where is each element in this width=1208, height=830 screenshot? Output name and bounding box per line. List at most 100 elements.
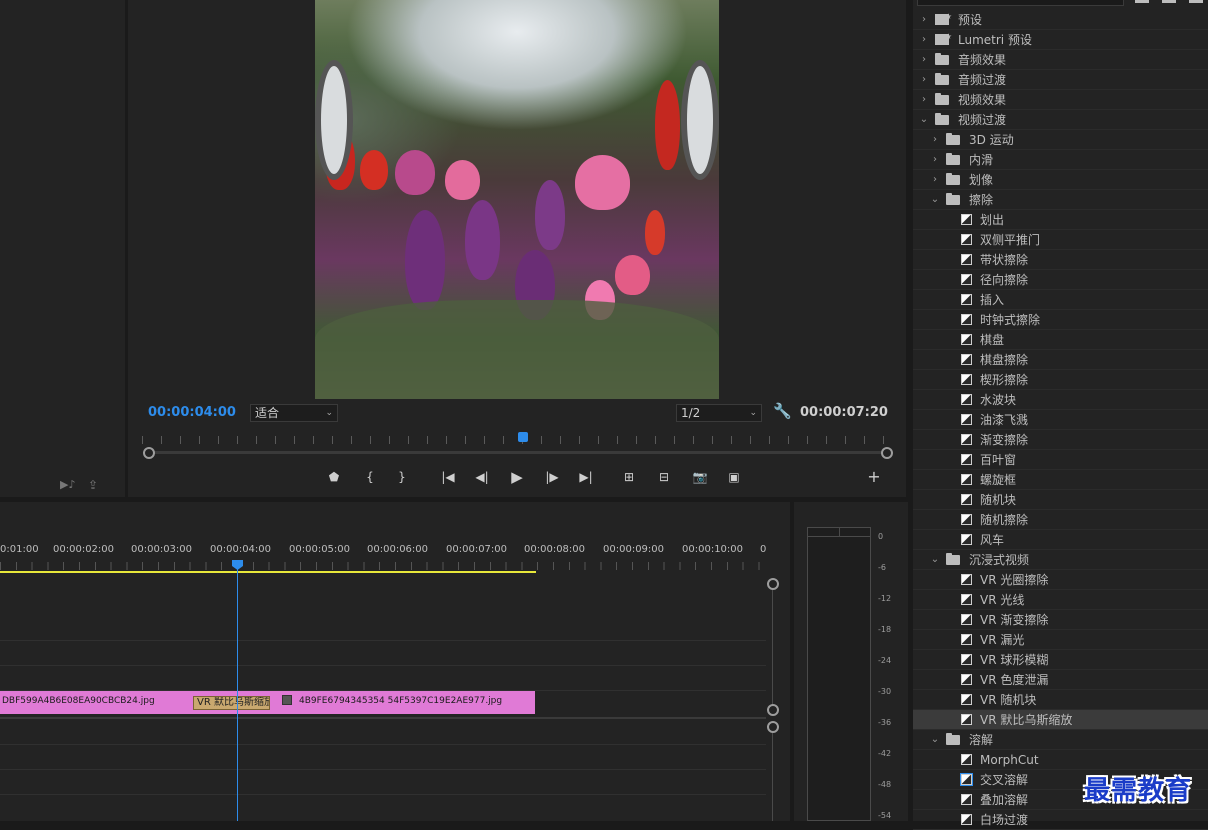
- vscroll-handle-bottom[interactable]: [767, 704, 779, 716]
- zoom-handle-left[interactable]: [143, 447, 155, 459]
- effects-tree-item[interactable]: ⌄ 视频过渡: [913, 110, 1208, 130]
- effects-tree-item[interactable]: VR 色度泄漏: [913, 670, 1208, 690]
- insert-audio-icon[interactable]: ▶♪: [60, 478, 75, 491]
- effects-tree-item[interactable]: › Lumetri 预设: [913, 27, 1208, 50]
- chevron-down-icon[interactable]: ⌄: [930, 730, 940, 750]
- effects-tree-item[interactable]: VR 漏光: [913, 630, 1208, 650]
- effects-tree-item[interactable]: 油漆飞溅: [913, 410, 1208, 430]
- vscroll-handle-top[interactable]: [767, 578, 779, 590]
- effects-tree-item[interactable]: 渐变擦除: [913, 430, 1208, 450]
- effects-tree-label: VR 随机块: [980, 693, 1037, 707]
- 32bit-filter-icon[interactable]: [1162, 0, 1176, 3]
- transition-block[interactable]: VR 默比乌斯缩放: [193, 696, 270, 710]
- effects-tree-item[interactable]: 风车: [913, 530, 1208, 550]
- camera-icon[interactable]: 📷: [690, 468, 710, 486]
- chevron-right-icon[interactable]: ›: [919, 70, 929, 90]
- chevron-right-icon[interactable]: ›: [919, 30, 929, 50]
- effects-tree-item[interactable]: 带状擦除: [913, 250, 1208, 270]
- effects-tree-item[interactable]: 白场过渡: [913, 810, 1208, 830]
- effects-tree-label: 百叶窗: [980, 453, 1017, 467]
- go-to-out-icon[interactable]: ▶|: [576, 468, 596, 486]
- add-button-icon[interactable]: +: [864, 468, 884, 486]
- effects-tree-item[interactable]: › 视频效果: [913, 90, 1208, 110]
- wrench-icon[interactable]: 🔧: [773, 402, 792, 420]
- clip-b[interactable]: 4B9FE6794345354 54F5397C19E2AE977.jpg: [232, 691, 535, 714]
- resolution-dropdown[interactable]: 1/2 ⌄: [676, 404, 762, 422]
- effects-tree-item[interactable]: VR 球形模糊: [913, 650, 1208, 670]
- effects-tree-item[interactable]: 水波块: [913, 390, 1208, 410]
- effects-tree-item[interactable]: VR 默比乌斯缩放: [913, 710, 1208, 730]
- transition-name: VR 默比乌斯缩放: [197, 697, 270, 708]
- extract-icon[interactable]: ⊟: [654, 468, 674, 486]
- effects-tree-item[interactable]: › 预设: [913, 7, 1208, 30]
- marker-icon[interactable]: ⬟: [324, 468, 344, 486]
- current-timecode[interactable]: 00:00:04:00: [148, 405, 236, 420]
- effects-tree-item[interactable]: 百叶窗: [913, 450, 1208, 470]
- effects-tree-item[interactable]: 螺旋框: [913, 470, 1208, 490]
- video-preview[interactable]: [315, 0, 719, 399]
- program-playhead[interactable]: [518, 432, 528, 442]
- meter-db-label: -6: [878, 563, 886, 572]
- effects-tree-item[interactable]: 插入: [913, 290, 1208, 310]
- chevron-down-icon[interactable]: ⌄: [919, 110, 929, 130]
- effects-tree-item[interactable]: ⌄ 沉浸式视频: [913, 550, 1208, 570]
- effects-tree-item[interactable]: 划出: [913, 210, 1208, 230]
- step-forward-icon[interactable]: |▶: [542, 468, 562, 486]
- effects-tree-item[interactable]: 棋盘擦除: [913, 350, 1208, 370]
- effects-tree-item[interactable]: › 音频效果: [913, 50, 1208, 70]
- lift-icon[interactable]: ⊞: [619, 468, 639, 486]
- chevron-right-icon[interactable]: ›: [919, 50, 929, 70]
- accelerated-filter-icon[interactable]: [1135, 0, 1149, 3]
- go-to-in-icon[interactable]: |◀: [438, 468, 458, 486]
- program-scrub-bar[interactable]: [148, 451, 886, 454]
- fit-dropdown[interactable]: 适合 ⌄: [250, 404, 338, 422]
- timeline-vscroll-track[interactable]: [772, 580, 773, 710]
- effects-tree-item[interactable]: ⌄ 擦除: [913, 190, 1208, 210]
- effects-tree-item[interactable]: 径向擦除: [913, 270, 1208, 290]
- effects-tree-item[interactable]: 楔形擦除: [913, 370, 1208, 390]
- timeline-vscroll-track[interactable]: [772, 724, 773, 821]
- effects-tree-item[interactable]: › 3D 运动: [913, 130, 1208, 150]
- play-icon[interactable]: ▶: [507, 468, 527, 486]
- chevron-down-icon[interactable]: ⌄: [930, 190, 940, 210]
- effects-tree-item[interactable]: VR 渐变擦除: [913, 610, 1208, 630]
- transition-effect-icon: [961, 334, 972, 345]
- yuv-filter-icon[interactable]: [1189, 0, 1203, 3]
- compare-view-icon[interactable]: ▣: [724, 468, 744, 486]
- chevron-right-icon[interactable]: ›: [919, 10, 929, 30]
- meter-db-label: -42: [878, 749, 892, 758]
- chevron-right-icon[interactable]: ›: [930, 170, 940, 190]
- effects-tree-item[interactable]: VR 随机块: [913, 690, 1208, 710]
- effects-tree-item[interactable]: › 内滑: [913, 150, 1208, 170]
- chevron-down-icon[interactable]: ⌄: [930, 550, 940, 570]
- effects-tree-item[interactable]: VR 光圈擦除: [913, 570, 1208, 590]
- zoom-handle-right[interactable]: [881, 447, 893, 459]
- effects-tree-item[interactable]: MorphCut: [913, 750, 1208, 770]
- chevron-right-icon[interactable]: ›: [919, 90, 929, 110]
- effects-tree-item[interactable]: 双侧平推门: [913, 230, 1208, 250]
- effects-tree-item[interactable]: › 音频过渡: [913, 70, 1208, 90]
- folder-icon: [946, 153, 960, 165]
- chevron-right-icon[interactable]: ›: [930, 130, 940, 150]
- chevron-right-icon[interactable]: ›: [930, 150, 940, 170]
- export-frame-icon[interactable]: ⇪: [88, 478, 98, 492]
- vscroll-handle-top[interactable]: [767, 721, 779, 733]
- effects-tree-item[interactable]: ⌄ 溶解: [913, 730, 1208, 750]
- effects-tree-label: VR 光圈擦除: [980, 573, 1049, 587]
- effects-tree-item[interactable]: 棋盘: [913, 330, 1208, 350]
- effects-search-input[interactable]: [917, 0, 1124, 6]
- effects-tree-item[interactable]: 随机擦除: [913, 510, 1208, 530]
- effects-tree-item[interactable]: › 划像: [913, 170, 1208, 190]
- work-area-bar[interactable]: [0, 571, 536, 573]
- mark-out-icon[interactable]: }: [392, 468, 412, 486]
- video-audio-divider[interactable]: [0, 717, 766, 719]
- step-back-icon[interactable]: ◀|: [472, 468, 492, 486]
- mark-in-icon[interactable]: {: [360, 468, 380, 486]
- effects-tree-item[interactable]: 随机块: [913, 490, 1208, 510]
- transition-effect-icon: [961, 314, 972, 325]
- effects-tree-item[interactable]: VR 光线: [913, 590, 1208, 610]
- program-time-ruler[interactable]: [142, 436, 890, 444]
- effects-tree-item[interactable]: 时钟式擦除: [913, 310, 1208, 330]
- clip-b-name: 4B9FE6794345354 54F5397C19E2AE977.jpg: [299, 696, 503, 706]
- effects-tree-label: 划像: [969, 173, 994, 187]
